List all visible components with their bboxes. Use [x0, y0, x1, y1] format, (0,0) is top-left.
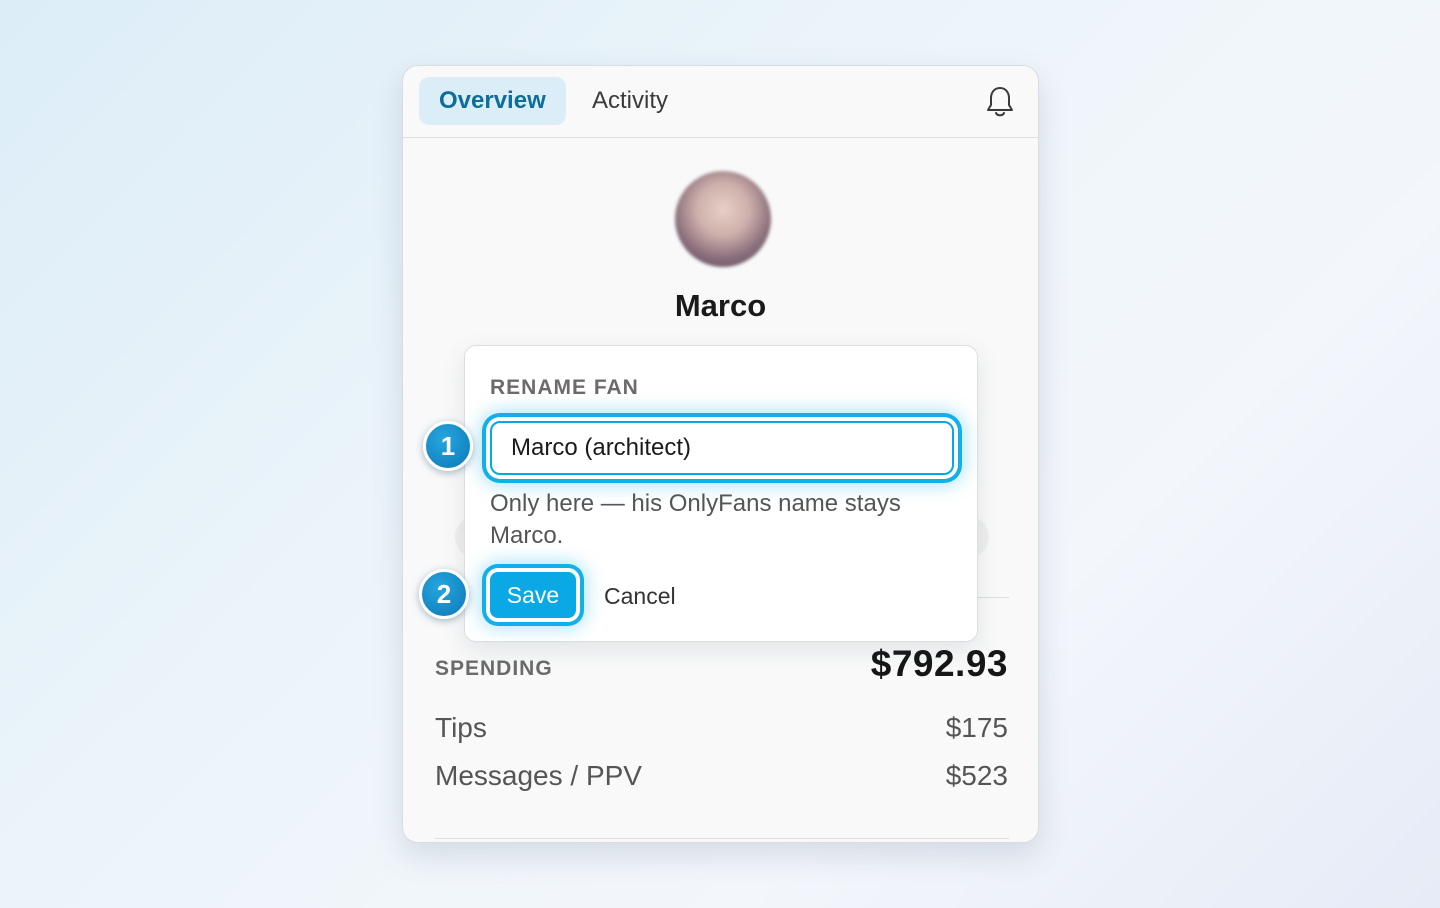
step-badge-2: 2 — [419, 569, 469, 619]
save-button[interactable]: Save — [490, 572, 576, 618]
divider — [435, 838, 1009, 839]
bell-icon[interactable] — [984, 84, 1016, 120]
tab-activity[interactable]: Activity — [572, 77, 688, 125]
rename-hint: Only here — his OnlyFans name stays Marc… — [490, 490, 901, 549]
tips-value: $175 — [945, 712, 1008, 743]
rename-fan-popover: RENAME FAN Only here — his OnlyFans name… — [464, 345, 978, 642]
messages-ppv-value: $523 — [945, 760, 1008, 791]
spending-total: $792.93 — [870, 643, 1008, 684]
step-badge-1: 1 — [423, 421, 473, 471]
tab-overview[interactable]: Overview — [419, 77, 566, 125]
messages-ppv-label: Messages / PPV — [435, 760, 642, 791]
fan-display-name: Marco — [674, 288, 767, 323]
tips-label: Tips — [435, 712, 487, 743]
rename-title: RENAME FAN — [490, 376, 639, 399]
cancel-button[interactable]: Cancel — [604, 576, 676, 616]
tab-bar: Overview Activity — [403, 66, 1038, 138]
rename-input[interactable] — [490, 421, 954, 475]
spending-label: SPENDING — [435, 657, 553, 680]
avatar — [675, 171, 771, 267]
